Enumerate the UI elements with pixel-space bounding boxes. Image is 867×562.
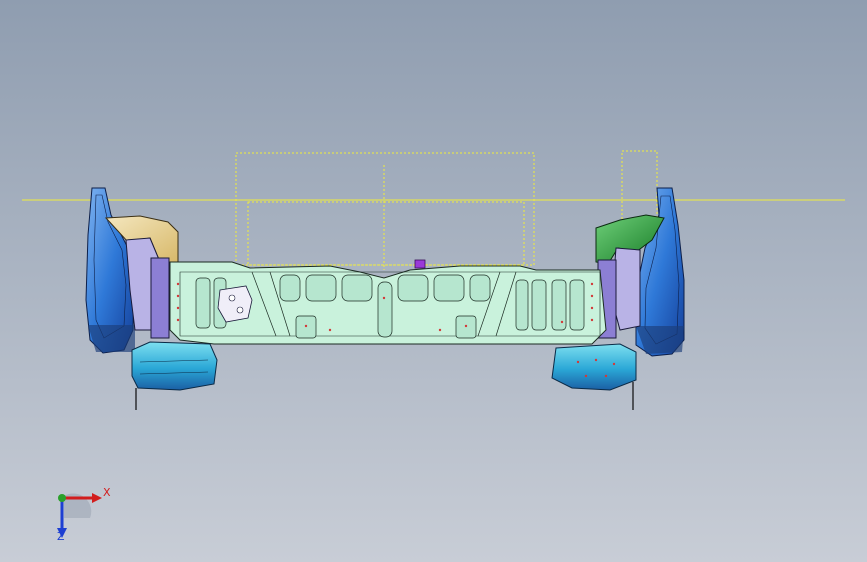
left-lower-pod[interactable] bbox=[131, 341, 218, 410]
center-floor-panel[interactable] bbox=[169, 259, 607, 345]
locator-pad bbox=[414, 259, 426, 269]
orientation-triad[interactable]: X Z bbox=[40, 478, 130, 548]
triad-z-label: Z bbox=[57, 530, 65, 543]
triad-x-label: X bbox=[103, 486, 111, 499]
triad-axes bbox=[57, 493, 102, 538]
left-side-rail[interactable] bbox=[85, 187, 135, 354]
cad-viewport[interactable]: X Z bbox=[0, 0, 867, 562]
3d-model[interactable] bbox=[0, 0, 867, 562]
right-side-rail[interactable] bbox=[635, 187, 685, 357]
hinge-plate bbox=[217, 285, 253, 323]
right-lower-pod[interactable] bbox=[551, 343, 637, 410]
